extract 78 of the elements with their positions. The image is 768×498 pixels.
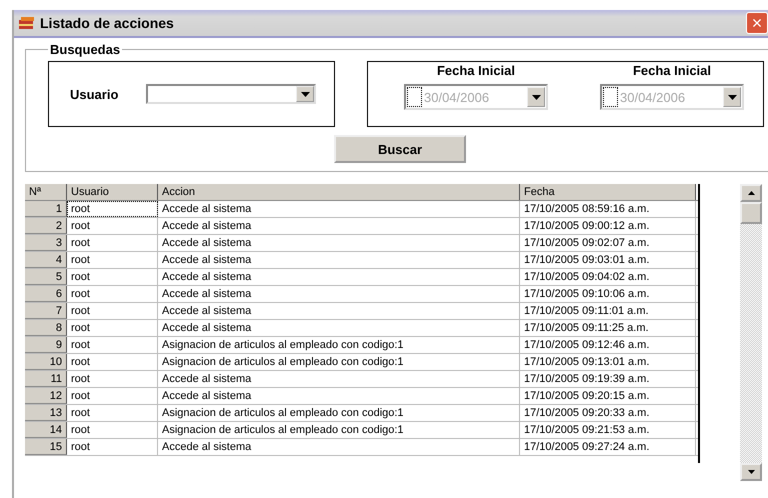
table-cell: Asignacion de articulos al empleado con codigo:1 [158,422,520,438]
table-cell: Accede al sistema [158,269,520,285]
table-cell: root [67,218,158,234]
user-label: Usuario [70,86,118,102]
table-cell: Accede al sistema [158,286,520,302]
date-value: 30/04/2006 [424,90,490,104]
table-cell: root [67,201,158,217]
row-number[interactable]: 1 [25,201,67,217]
column-header[interactable]: Nª [25,184,67,200]
column-header[interactable]: Accion [158,184,520,200]
table-cell: root [67,388,158,404]
column-header[interactable]: Usuario [67,184,158,200]
column-header[interactable]: Fecha [520,184,696,200]
books-icon [18,15,36,31]
table-cell: 17/10/2005 09:20:33 a.m. [520,405,696,421]
date-value: 30/04/2006 [620,90,686,104]
table-cell: Accede al sistema [158,235,520,251]
window-title: Listado de acciones [40,15,174,31]
table-cell: root [67,405,158,421]
table-cell: 17/10/2005 09:20:15 a.m. [520,388,696,404]
row-number[interactable]: 6 [25,286,67,302]
group-title: Busquedas [49,42,122,57]
table-cell: 17/10/2005 08:59:16 a.m. [520,201,696,217]
scroll-thumb[interactable] [740,202,762,224]
table-cell: root [67,235,158,251]
table-cell: Asignacion de articulos al empleado con codigo:1 [158,354,520,370]
row-number[interactable]: 4 [25,252,67,268]
search-button[interactable]: Buscar [334,135,466,163]
table-cell: root [67,371,158,387]
table-cell: Asignacion de articulos al empleado con codigo:1 [158,405,520,421]
row-number[interactable]: 8 [25,320,67,336]
table-cell: 17/10/2005 09:02:07 a.m. [520,235,696,251]
row-number[interactable]: 3 [25,235,67,251]
date-label: Fecha Inicial [632,63,712,78]
row-number[interactable]: 2 [25,218,67,234]
table-cell: Accede al sistema [158,201,520,217]
table-cell: 17/10/2005 09:19:39 a.m. [520,371,696,387]
table-cell: Accede al sistema [158,388,520,404]
row-number[interactable]: 14 [25,422,67,438]
row-number[interactable]: 9 [25,337,67,353]
table-cell: Accede al sistema [158,252,520,268]
table-cell: 17/10/2005 09:13:01 a.m. [520,354,696,370]
table-cell: root [67,354,158,370]
table-cell: root [67,337,158,353]
table-cell: 17/10/2005 09:11:01 a.m. [520,303,696,319]
table-cell: Accede al sistema [158,439,520,455]
table-cell: 17/10/2005 09:10:06 a.m. [520,286,696,302]
scroll-down-icon[interactable] [740,463,762,481]
row-number[interactable]: 10 [25,354,67,370]
table-cell: 17/10/2005 09:03:01 a.m. [520,252,696,268]
table-cell: root [67,303,158,319]
table-cell: 17/10/2005 09:11:25 a.m. [520,320,696,336]
scroll-up-icon[interactable] [740,184,762,202]
table-cell: root [67,320,158,336]
table-cell: Accede al sistema [158,303,520,319]
close-button[interactable]: × [746,12,768,34]
row-number[interactable]: 13 [25,405,67,421]
table-cell: Accede al sistema [158,320,520,336]
table-cell: root [67,269,158,285]
row-number[interactable]: 12 [25,388,67,404]
table-cell: Accede al sistema [158,371,520,387]
table-cell: 17/10/2005 09:00:12 a.m. [520,218,696,234]
table-cell: root [67,286,158,302]
row-number[interactable]: 15 [25,439,67,455]
table-cell: 17/10/2005 09:04:02 a.m. [520,269,696,285]
table-cell: 17/10/2005 09:21:53 a.m. [520,422,696,438]
table-cell: Asignacion de articulos al empleado con codigo:1 [158,337,520,353]
table-cell: 17/10/2005 09:27:24 a.m. [520,439,696,455]
date-label: Fecha Inicial [436,63,516,78]
table-cell: Accede al sistema [158,218,520,234]
table-cell: root [67,439,158,455]
table-cell: root [67,422,158,438]
table-cell: root [67,252,158,268]
row-number[interactable]: 11 [25,371,67,387]
table-cell: 17/10/2005 09:12:46 a.m. [520,337,696,353]
row-number[interactable]: 7 [25,303,67,319]
scrollbar[interactable] [740,184,762,481]
row-number[interactable]: 5 [25,269,67,285]
